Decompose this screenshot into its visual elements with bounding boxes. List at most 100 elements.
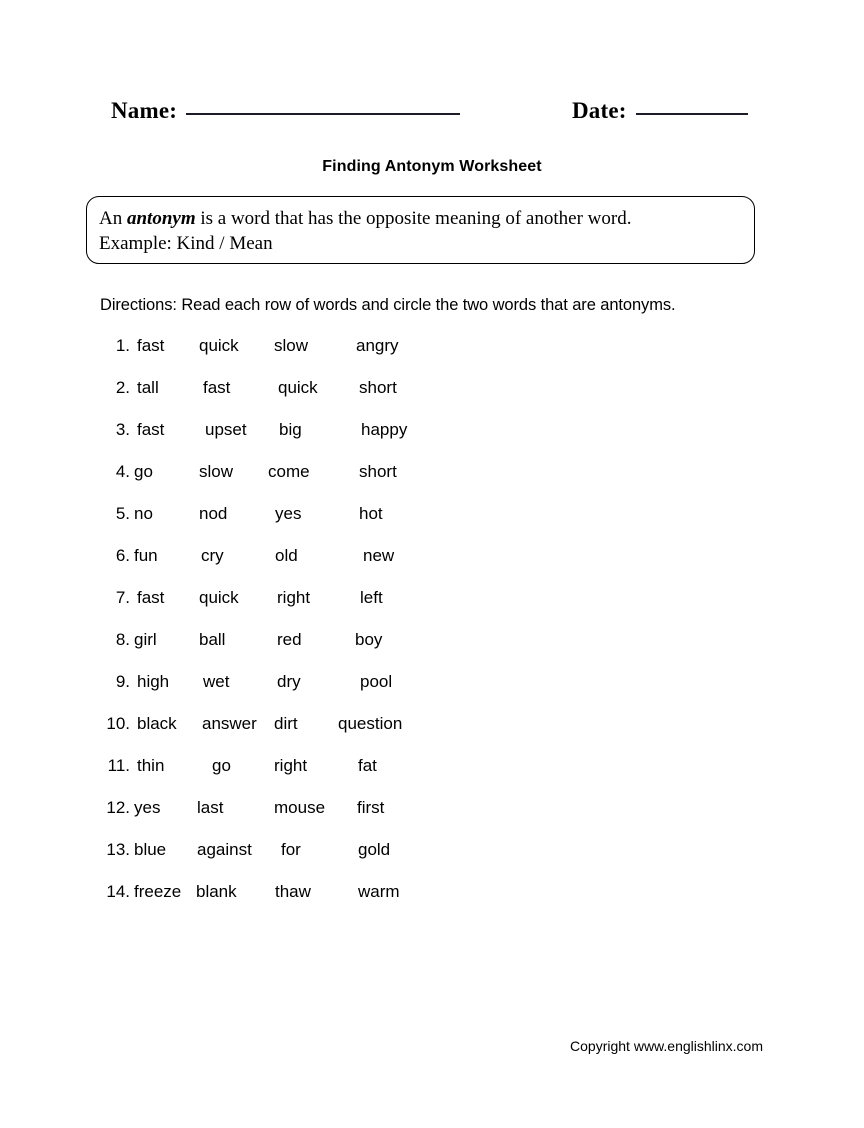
word-choice[interactable]: yes — [275, 504, 301, 524]
word-choice[interactable]: short — [359, 378, 397, 398]
word-choice[interactable]: big — [279, 420, 302, 440]
word-choice[interactable]: fast — [203, 378, 230, 398]
word-choice[interactable]: quick — [199, 588, 239, 608]
word-choice[interactable]: new — [363, 546, 394, 566]
word-choice[interactable]: high — [137, 672, 169, 692]
word-choice[interactable]: fat — [358, 756, 377, 776]
directions-text: Directions: Read each row of words and c… — [100, 296, 676, 314]
word-choice[interactable]: mouse — [274, 798, 325, 818]
word-choice[interactable]: go — [134, 462, 153, 482]
row-number: 14. — [106, 882, 130, 901]
row-number: 2. — [115, 378, 130, 397]
row-number: 5. — [115, 504, 130, 523]
word-choice[interactable]: come — [268, 462, 310, 482]
definition-term: antonym — [126, 208, 196, 229]
word-choice[interactable]: no — [134, 504, 153, 524]
copyright-notice: Copyright www.englishlinx.com — [570, 1038, 763, 1054]
word-choice[interactable]: blue — [134, 840, 166, 860]
definition-box: An antonym is a word that has the opposi… — [86, 196, 755, 264]
word-choice[interactable]: slow — [274, 336, 308, 356]
word-choice[interactable]: wet — [203, 672, 229, 692]
word-choice[interactable]: hot — [359, 504, 383, 524]
word-row: 4. go slow come short — [0, 462, 864, 504]
date-write-line[interactable] — [635, 113, 748, 115]
row-number: 12. — [106, 798, 130, 817]
word-choice[interactable]: yes — [134, 798, 160, 818]
student-info-header: Name: Date: — [0, 98, 864, 132]
word-choice[interactable]: first — [357, 798, 384, 818]
row-number: 3. — [115, 420, 130, 439]
word-choice[interactable]: dry — [277, 672, 301, 692]
word-row: 13. blue against for gold — [0, 840, 864, 882]
row-number: 9. — [115, 672, 130, 691]
word-choice[interactable]: dirt — [274, 714, 298, 734]
row-number: 1. — [115, 336, 130, 355]
definition-line-1: An antonym is a word that has the opposi… — [99, 206, 754, 231]
word-choice[interactable]: question — [338, 714, 402, 734]
row-number: 13. — [106, 840, 130, 859]
word-choice[interactable]: ball — [199, 630, 225, 650]
word-rows-list: 1. fast quick slow angry 2. tall fast quick short… — [0, 336, 864, 924]
word-choice[interactable]: last — [197, 798, 223, 818]
name-field[interactable]: Name: — [111, 98, 461, 124]
word-choice[interactable]: against — [197, 840, 252, 860]
word-row: 14. freeze blank thaw warm — [0, 882, 864, 924]
name-label: Name: — [111, 98, 178, 123]
word-row: 2. tall fast quick short — [0, 378, 864, 420]
word-choice[interactable]: upset — [205, 420, 247, 440]
word-choice[interactable]: red — [277, 630, 302, 650]
word-choice[interactable]: warm — [358, 882, 400, 902]
row-number: 8. — [115, 630, 130, 649]
word-choice[interactable]: quick — [278, 378, 318, 398]
name-write-line[interactable] — [186, 113, 461, 115]
word-choice[interactable]: fast — [137, 336, 164, 356]
word-choice[interactable]: cry — [201, 546, 224, 566]
word-choice[interactable]: slow — [199, 462, 233, 482]
word-row: 3. fast upset big happy — [0, 420, 864, 462]
word-choice[interactable]: gold — [358, 840, 390, 860]
word-choice[interactable]: boy — [355, 630, 382, 650]
word-choice[interactable]: angry — [356, 336, 399, 356]
row-number: 10. — [106, 714, 130, 733]
row-number: 4. — [115, 462, 130, 481]
word-row: 10. black answer dirt question — [0, 714, 864, 756]
date-field[interactable]: Date: — [572, 98, 748, 124]
word-choice[interactable]: left — [360, 588, 383, 608]
word-choice[interactable]: freeze — [134, 882, 181, 902]
word-row: 1. fast quick slow angry — [0, 336, 864, 378]
date-label: Date: — [572, 98, 627, 123]
word-choice[interactable]: thin — [137, 756, 164, 776]
definition-text-after: is a word that has the opposite meaning … — [195, 208, 632, 229]
word-row: 5. no nod yes hot — [0, 504, 864, 546]
word-row: 9. high wet dry pool — [0, 672, 864, 714]
word-choice[interactable]: pool — [360, 672, 392, 692]
word-row: 11. thin go right fat — [0, 756, 864, 798]
word-row: 6. fun cry old new — [0, 546, 864, 588]
word-choice[interactable]: girl — [134, 630, 157, 650]
row-number: 7. — [115, 588, 130, 607]
row-number: 11. — [107, 756, 130, 775]
word-choice[interactable]: tall — [137, 378, 159, 398]
word-choice[interactable]: go — [212, 756, 231, 776]
word-choice[interactable]: happy — [361, 420, 407, 440]
word-choice[interactable]: old — [275, 546, 298, 566]
definition-text-before: An — [99, 208, 127, 229]
word-choice[interactable]: black — [137, 714, 177, 734]
word-choice[interactable]: fast — [137, 420, 164, 440]
word-choice[interactable]: for — [281, 840, 301, 860]
worksheet-page: Name: Date: Finding Antonym Worksheet An… — [0, 0, 864, 1128]
word-choice[interactable]: answer — [202, 714, 257, 734]
word-choice[interactable]: blank — [196, 882, 237, 902]
definition-example: Example: Kind / Mean — [99, 233, 273, 254]
word-choice[interactable]: right — [277, 588, 310, 608]
word-choice[interactable]: right — [274, 756, 307, 776]
word-choice[interactable]: quick — [199, 336, 239, 356]
word-choice[interactable]: short — [359, 462, 397, 482]
word-row: 7. fast quick right left — [0, 588, 864, 630]
page-title: Finding Antonym Worksheet — [322, 158, 542, 175]
word-choice[interactable]: nod — [199, 504, 227, 524]
word-choice[interactable]: thaw — [275, 882, 311, 902]
word-row: 12. yes last mouse first — [0, 798, 864, 840]
word-choice[interactable]: fun — [134, 546, 158, 566]
word-choice[interactable]: fast — [137, 588, 164, 608]
